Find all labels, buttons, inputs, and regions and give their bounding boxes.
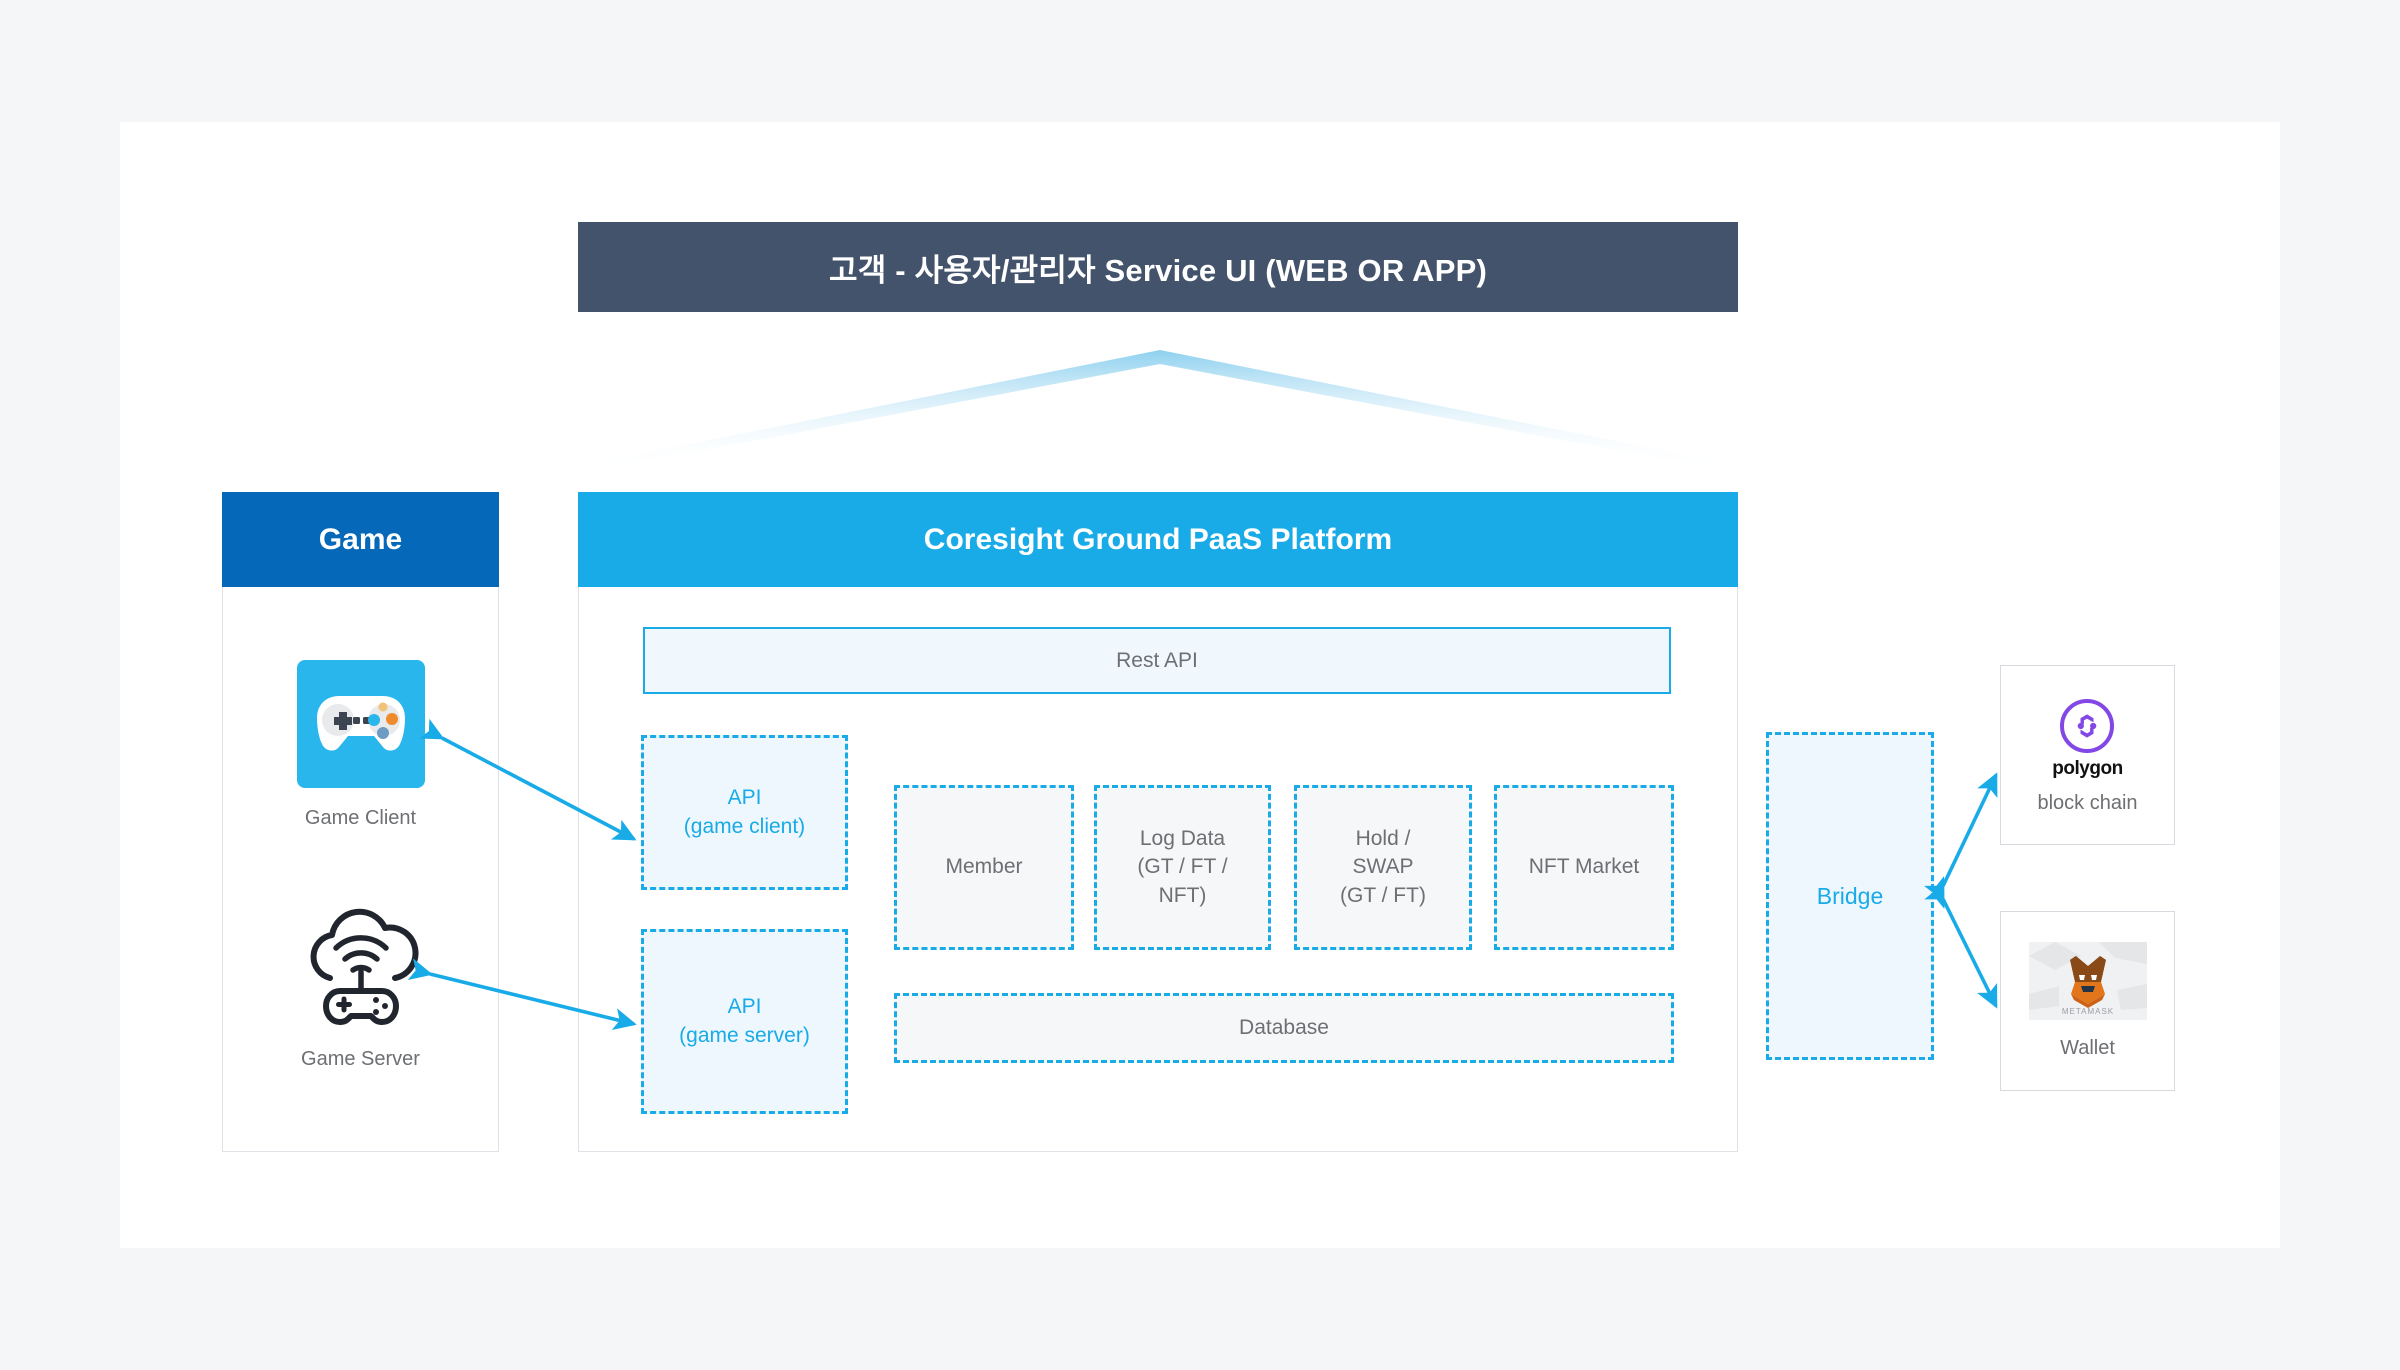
- api-game-client-line1: API: [727, 786, 762, 810]
- rest-api-label: Rest API: [1116, 648, 1198, 672]
- api-game-server-line1: API: [727, 995, 762, 1019]
- game-server-node[interactable]: Game Server: [222, 896, 499, 1071]
- polygon-logo-icon: polygon: [2052, 696, 2123, 780]
- bridge-label: Bridge: [1816, 882, 1884, 909]
- gamepad-icon: [292, 655, 430, 793]
- api-game-client-box[interactable]: API (game client): [641, 735, 848, 890]
- module-database[interactable]: Database: [894, 993, 1674, 1063]
- platform-panel-header: Coresight Ground PaaS Platform: [578, 492, 1738, 587]
- diagram-canvas: 고객 - 사용자/관리자 Service UI (WEB OR APP) Gam…: [0, 0, 2400, 1370]
- wallet-box[interactable]: METAMASK Wallet: [2000, 911, 2175, 1091]
- module-member-label: Member: [945, 855, 1023, 879]
- platform-panel-title: Coresight Ground PaaS Platform: [923, 522, 1393, 556]
- polygon-wordmark: polygon: [2052, 757, 2123, 779]
- metamask-wordmark: METAMASK: [2061, 1007, 2113, 1016]
- blockchain-label: block chain: [2037, 791, 2138, 814]
- module-log-data[interactable]: Log Data (GT / FT / NFT): [1094, 785, 1271, 950]
- game-panel-title: Game: [318, 522, 403, 556]
- module-hold-swap[interactable]: Hold / SWAP (GT / FT): [1294, 785, 1472, 950]
- module-log-data-label: Log Data (GT / FT / NFT): [1137, 826, 1228, 907]
- rest-api-bar[interactable]: Rest API: [643, 627, 1671, 694]
- game-client-node[interactable]: Game Client: [222, 655, 499, 830]
- api-game-server-line2: (game server): [679, 1023, 810, 1047]
- chevron-connector-icon: [600, 350, 1720, 470]
- cloud-gaming-icon: [292, 896, 430, 1034]
- game-client-label: Game Client: [304, 807, 417, 829]
- bridge-box[interactable]: Bridge: [1766, 732, 1934, 1060]
- wallet-label: Wallet: [2060, 1037, 2115, 1059]
- module-nft-market[interactable]: NFT Market: [1494, 785, 1674, 950]
- module-hold-swap-label: Hold / SWAP (GT / FT): [1340, 826, 1426, 907]
- module-nft-market-label: NFT Market: [1528, 855, 1640, 879]
- service-ui-banner: 고객 - 사용자/관리자 Service UI (WEB OR APP): [578, 222, 1738, 312]
- service-ui-banner-title: 고객 - 사용자/관리자 Service UI (WEB OR APP): [829, 252, 1487, 288]
- api-game-server-box[interactable]: API (game server): [641, 929, 848, 1114]
- module-member[interactable]: Member: [894, 785, 1074, 950]
- api-game-client-line2: (game client): [683, 814, 806, 838]
- metamask-fox-icon: METAMASK: [2028, 942, 2147, 1025]
- blockchain-box[interactable]: polygon block chain: [2000, 665, 2175, 845]
- module-database-label: Database: [1239, 1015, 1329, 1039]
- game-server-label: Game Server: [301, 1048, 420, 1070]
- game-panel-header: Game: [222, 492, 499, 587]
